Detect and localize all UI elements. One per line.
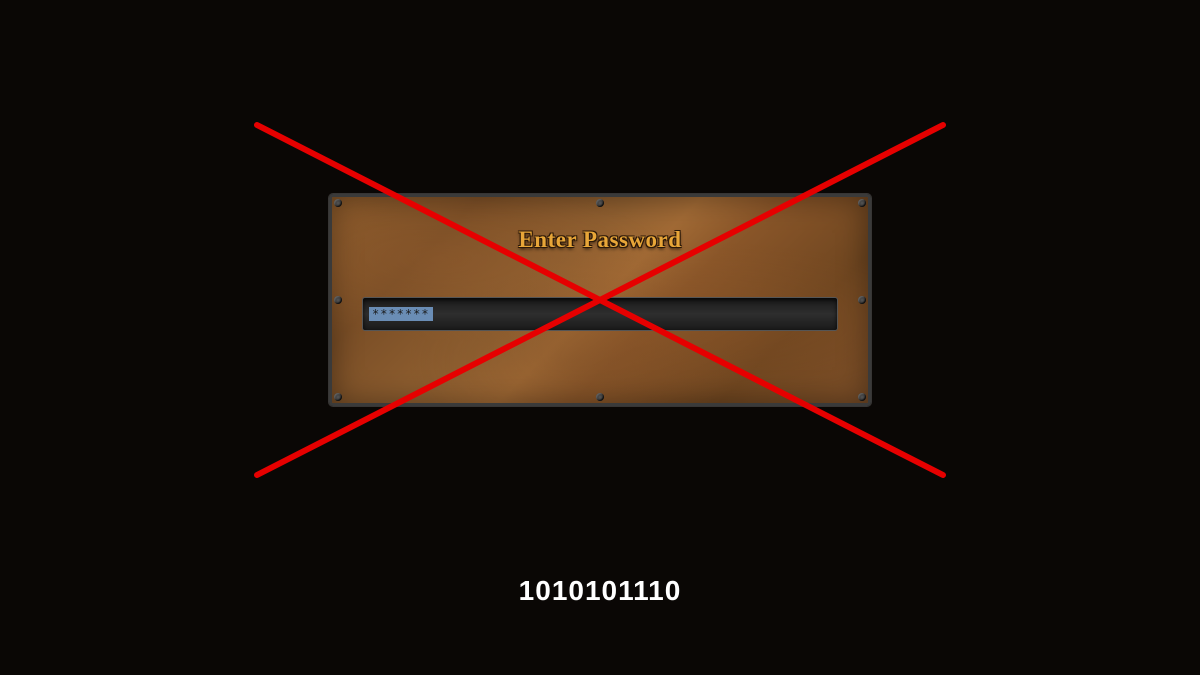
caption-binary-text: 1010101110 [0, 575, 1200, 607]
password-dialog-panel: Enter Password ******* [329, 194, 871, 406]
password-masked-value: ******* [369, 307, 433, 321]
password-input[interactable]: ******* [362, 297, 838, 331]
dialog-title: Enter Password [332, 227, 868, 253]
